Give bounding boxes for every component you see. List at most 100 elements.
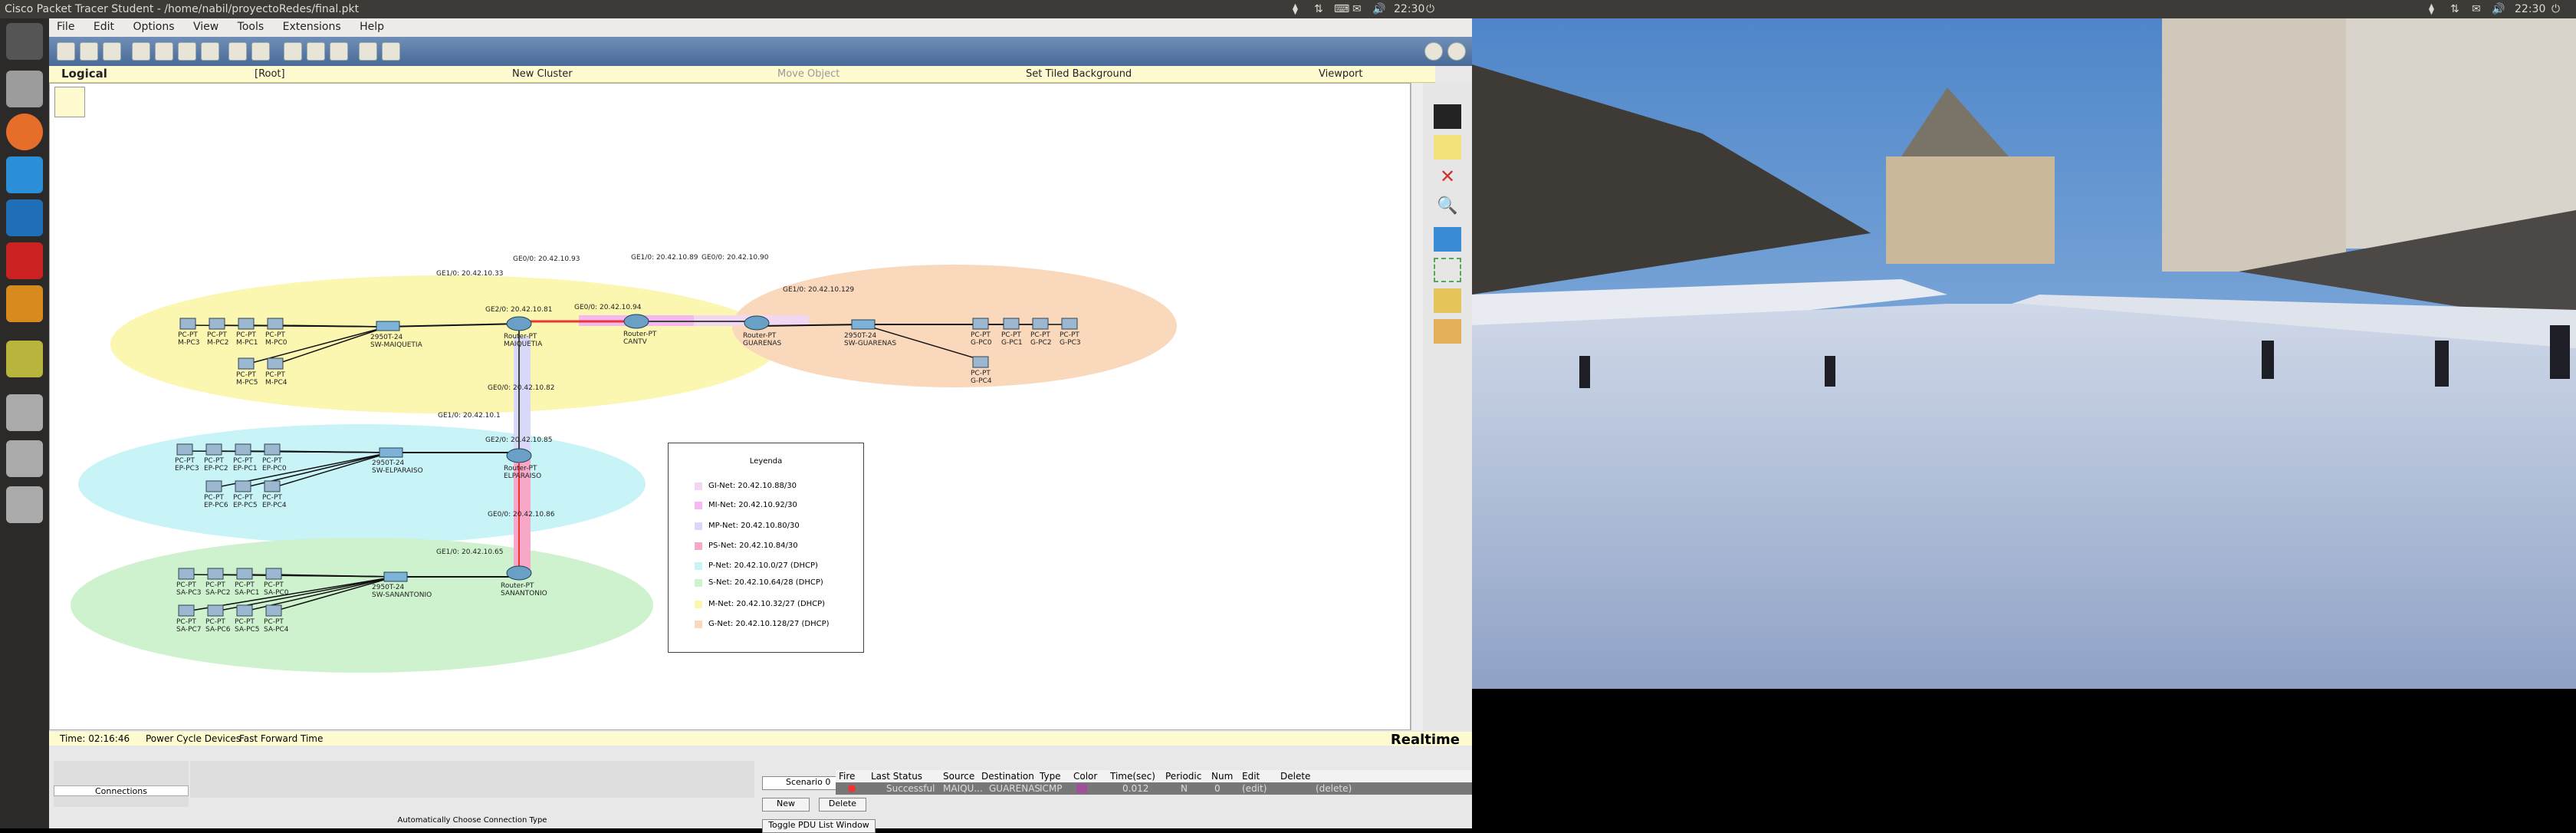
window-title: Cisco Packet Tracer Student - /home/nabi… xyxy=(5,3,360,15)
toggle-pdu-button[interactable]: Toggle PDU List Window xyxy=(762,819,876,833)
menu-options[interactable]: Options xyxy=(125,18,182,35)
pc-label: PC-PT G-PC3 xyxy=(1060,331,1081,347)
ip-label: GE1/0: 20.42.10.89 xyxy=(631,254,698,262)
redo-icon[interactable] xyxy=(251,42,270,61)
undo-icon[interactable] xyxy=(228,42,247,61)
menu-file[interactable]: File xyxy=(49,18,82,35)
power-icon-2[interactable]: ⏻ xyxy=(2551,0,2560,18)
viewport-button[interactable]: Viewport xyxy=(1319,68,1363,80)
logical-mode-label[interactable]: Logical xyxy=(61,67,107,81)
router-cantv xyxy=(623,314,649,329)
menu-view[interactable]: View xyxy=(186,18,226,35)
dropbox-icon[interactable]: ⧫ xyxy=(1293,0,1298,18)
menu-edit[interactable]: Edit xyxy=(86,18,122,35)
router-maiquetia xyxy=(506,316,532,331)
open-icon[interactable] xyxy=(80,42,98,61)
main-toolbar xyxy=(49,37,1472,66)
pc-label: PC-PT EP-PC0 xyxy=(262,457,287,472)
complex-pdu-icon[interactable] xyxy=(1434,319,1461,344)
root-button[interactable]: [Root] xyxy=(255,68,285,80)
fire-icon[interactable] xyxy=(848,785,856,792)
select-tool-icon[interactable] xyxy=(1434,104,1461,129)
new-cluster-button[interactable]: New Cluster xyxy=(512,68,573,80)
zoom-in-icon[interactable] xyxy=(284,42,302,61)
pc-label: PC-PT M-PC3 xyxy=(178,331,200,347)
ip-label: GE1/0: 20.42.10.65 xyxy=(436,548,504,556)
keyboard-icon[interactable]: ⌨ xyxy=(1334,0,1349,18)
dash-icon[interactable] xyxy=(6,23,43,60)
print-icon[interactable] xyxy=(132,42,150,61)
mail-icon[interactable]: ✉ xyxy=(1352,0,1362,18)
writer-icon[interactable] xyxy=(6,199,43,236)
save-icon[interactable] xyxy=(103,42,121,61)
menu-help[interactable]: Help xyxy=(352,18,392,35)
software-center-icon[interactable] xyxy=(6,285,43,322)
impress-icon[interactable] xyxy=(6,242,43,279)
set-tiled-bg-button[interactable]: Set Tiled Background xyxy=(1026,68,1132,80)
power-cycle-button[interactable]: Power Cycle Devices xyxy=(146,733,241,744)
resize-tool-icon[interactable] xyxy=(1434,258,1461,282)
draw-shape-tool-icon[interactable] xyxy=(1434,227,1461,252)
connection-types[interactable] xyxy=(190,761,754,798)
firefox-icon[interactable] xyxy=(6,114,43,150)
zoom-out-icon[interactable] xyxy=(330,42,348,61)
move-object-button[interactable]: Move Object xyxy=(777,68,840,80)
clock-left[interactable]: 22:30 xyxy=(1394,0,1424,18)
workspace-canvas[interactable]: PC-PT M-PC3 PC-PT M-PC2 PC-PT M-PC1 PC-PT M-… xyxy=(49,83,1411,730)
custom-device-icon[interactable] xyxy=(382,42,400,61)
drive-icon-3[interactable] xyxy=(6,486,43,523)
new-scenario-button[interactable]: New xyxy=(762,798,810,812)
delete-scenario-button[interactable]: Delete xyxy=(819,798,866,812)
clock-right[interactable]: 22:30 xyxy=(2515,0,2545,18)
vertical-scrollbar[interactable] xyxy=(1411,83,1423,730)
dropbox-icon-2[interactable]: ⧫ xyxy=(2429,0,2434,18)
info-icon[interactable] xyxy=(1424,42,1443,61)
menu-tools[interactable]: Tools xyxy=(230,18,272,35)
volume-icon-2[interactable]: 🔊 xyxy=(2492,0,2505,18)
pdu-color-swatch xyxy=(1076,784,1087,793)
menu-bar: File Edit Options View Tools Extensions … xyxy=(49,18,1472,37)
pdu-edit-link[interactable]: (edit) xyxy=(1242,783,1267,794)
menu-extensions[interactable]: Extensions xyxy=(275,18,349,35)
packet-tracer-icon[interactable] xyxy=(6,341,43,377)
drive-icon-1[interactable] xyxy=(6,394,43,431)
router-label: Router-PT SANANTONIO xyxy=(501,582,547,598)
p-net-area xyxy=(78,424,646,544)
volume-icon[interactable]: 🔊 xyxy=(1372,0,1385,18)
network-icon-2[interactable]: ⇅ xyxy=(2450,0,2459,18)
fast-forward-button[interactable]: Fast Forward Time xyxy=(239,733,323,744)
time-label: Time: 02:16:46 xyxy=(60,733,130,744)
palette-icon[interactable] xyxy=(359,42,377,61)
legend-row: M-Net: 20.42.10.32/27 (DHCP) xyxy=(695,600,825,608)
zoom-reset-icon[interactable] xyxy=(307,42,325,61)
simple-pdu-icon[interactable] xyxy=(1434,288,1461,313)
pdu-row[interactable]: Successful MAIQU... GUARENAS ICMP 0.012 … xyxy=(836,782,1472,795)
switch-maiquetia xyxy=(376,321,400,331)
delete-tool-icon[interactable]: ✕ xyxy=(1434,166,1461,190)
wizard-icon[interactable] xyxy=(155,42,173,61)
legend-box[interactable]: Leyenda GI-Net: 20.42.10.88/30 MI-Net: 2… xyxy=(668,443,864,653)
realtime-mode[interactable]: Realtime xyxy=(1391,732,1460,748)
thunderbird-icon[interactable] xyxy=(6,156,43,193)
inspect-tool-icon[interactable]: 🔍 xyxy=(1434,196,1461,221)
switch-label: 2950T-24 SW-GUARENAS xyxy=(844,332,897,347)
help-icon[interactable] xyxy=(1447,42,1466,61)
copy-icon[interactable] xyxy=(178,42,196,61)
note-tool-icon[interactable] xyxy=(1434,135,1461,160)
power-icon[interactable]: ⏻ xyxy=(1426,0,1434,18)
ip-label: GE2/0: 20.42.10.81 xyxy=(485,306,553,314)
pc-label: PC-PT G-PC2 xyxy=(1030,331,1052,347)
pdu-delete-link[interactable]: (delete) xyxy=(1316,783,1352,794)
paste-icon[interactable] xyxy=(201,42,219,61)
files-icon[interactable] xyxy=(6,71,43,107)
pc-label: PC-PT G-PC0 xyxy=(971,331,992,347)
device-categories[interactable] xyxy=(54,761,189,807)
drive-icon-2[interactable] xyxy=(6,440,43,477)
network-icon[interactable]: ⇅ xyxy=(1314,0,1323,18)
pc-label: PC-PT M-PC5 xyxy=(236,371,258,387)
s-net-area xyxy=(71,538,653,673)
pc-label: PC-PT EP-PC2 xyxy=(204,457,228,472)
new-file-icon[interactable] xyxy=(57,42,75,61)
pc-label: PC-PT SA-PC1 xyxy=(235,581,260,597)
mail-icon-2[interactable]: ✉ xyxy=(2472,0,2481,18)
